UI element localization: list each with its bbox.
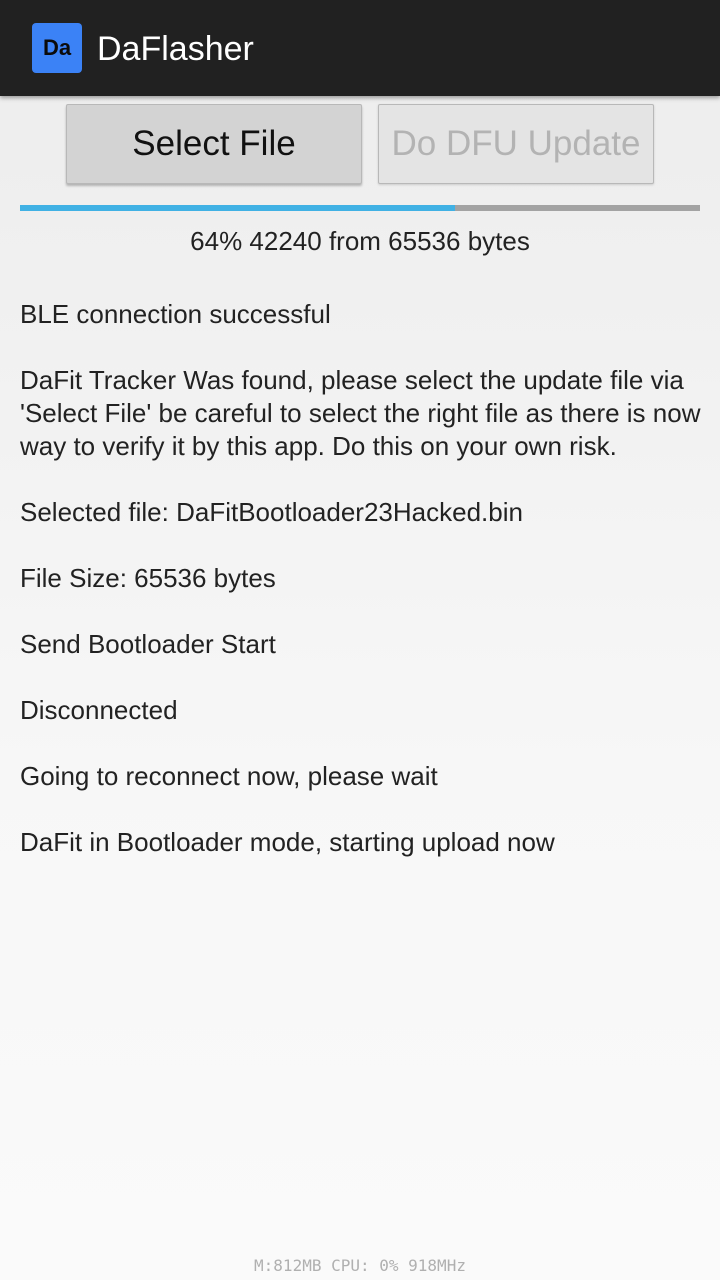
performance-overlay: M:812MB CPU: 0% 918MHz [254, 1256, 466, 1275]
log-line: DaFit in Bootloader mode, starting uploa… [20, 827, 555, 857]
log-line: BLE connection successful [20, 299, 331, 329]
log-line: Going to reconnect now, please wait [20, 761, 438, 791]
status-log: BLE connection successful DaFit Tracker … [20, 298, 710, 892]
app-logo-icon: Da [32, 23, 82, 73]
select-file-button[interactable]: Select File [66, 104, 362, 184]
log-line: Selected file: DaFitBootloader23Hacked.b… [20, 497, 523, 527]
upload-progress-bar [20, 205, 700, 211]
progress-text: 64% 42240 from 65536 bytes [190, 226, 530, 256]
log-line: File Size: 65536 bytes [20, 563, 276, 593]
progress-fill [20, 205, 456, 211]
app-title: DaFlasher [97, 30, 254, 68]
log-line: DaFit Tracker Was found, please select t… [20, 365, 701, 461]
log-line: Disconnected [20, 695, 178, 725]
log-line: Send Bootloader Start [20, 629, 276, 659]
app-bar: Da DaFlasher [0, 0, 720, 96]
dfu-update-button[interactable]: Do DFU Update [378, 104, 654, 184]
